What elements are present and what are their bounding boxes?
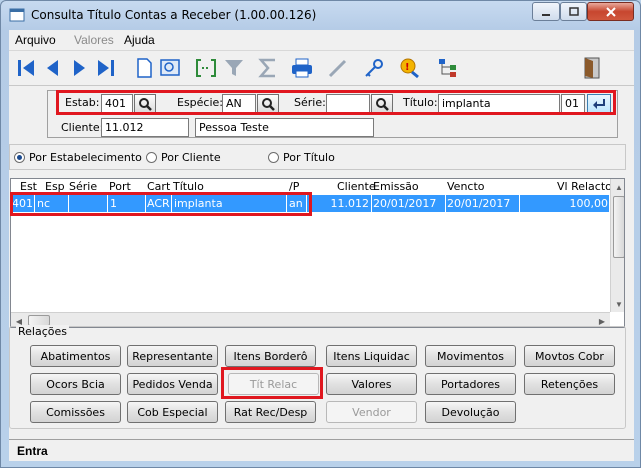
vendor-button[interactable]: Vendor bbox=[326, 401, 417, 423]
cliente-label: Cliente: bbox=[61, 121, 104, 134]
movimentos-button[interactable]: Movimentos bbox=[425, 345, 516, 367]
radio-dot bbox=[268, 152, 279, 163]
window-title: Consulta Título Contas a Receber (1.00.0… bbox=[31, 8, 317, 22]
rat-rec-desp-button[interactable]: Rat Rec/Desp bbox=[225, 401, 316, 423]
menu-valores[interactable]: Valores bbox=[74, 33, 114, 47]
goto-icon bbox=[196, 59, 216, 77]
radio-label: Por Título bbox=[283, 151, 335, 164]
relacoes-title: Relações bbox=[16, 325, 69, 338]
tree-icon bbox=[439, 59, 456, 77]
sort-options-panel: Por Estabelecimento Por Cliente Por Títu… bbox=[9, 144, 626, 170]
new-doc-icon bbox=[137, 58, 152, 78]
col-cliente[interactable]: Cliente bbox=[337, 180, 376, 193]
cell-vl-relacto: 100,00 bbox=[569, 197, 609, 210]
highlight-box-tit-relac bbox=[221, 367, 323, 399]
radio-por-cliente[interactable]: Por Cliente bbox=[146, 151, 221, 164]
goto-button[interactable] bbox=[193, 55, 219, 81]
cell-cliente: 11.012 bbox=[307, 195, 372, 212]
portadores-button[interactable]: Portadores bbox=[425, 373, 516, 395]
print-button[interactable] bbox=[289, 55, 315, 81]
radio-label: Por Estabelecimento bbox=[29, 151, 142, 164]
col-vencto[interactable]: Vencto bbox=[447, 180, 485, 193]
sum-button[interactable] bbox=[255, 55, 281, 81]
client-area: Arquivo Valores Ajuda ! Estab: 401 Espéc… bbox=[9, 30, 634, 461]
new-doc-button[interactable] bbox=[131, 55, 157, 81]
app-icon bbox=[9, 8, 25, 22]
close-icon bbox=[605, 6, 616, 17]
col-emissao[interactable]: Emissão bbox=[373, 180, 419, 193]
first-record-button[interactable] bbox=[13, 55, 39, 81]
scroll-up-icon[interactable]: ▲ bbox=[611, 179, 624, 195]
cliente-name-field: Pessoa Teste bbox=[195, 118, 374, 137]
tree-button[interactable] bbox=[435, 55, 461, 81]
vertical-scrollbar[interactable]: ▲ ▼ bbox=[610, 179, 624, 312]
exit-button[interactable] bbox=[579, 55, 605, 81]
next-icon bbox=[74, 60, 85, 76]
highlight-box-search bbox=[56, 90, 616, 115]
preview-icon bbox=[160, 59, 180, 76]
cell-vencto: 20/01/2017 bbox=[446, 195, 520, 212]
scroll-down-icon[interactable]: ▼ bbox=[611, 296, 624, 312]
next-record-button[interactable] bbox=[67, 55, 93, 81]
cob-especial-button[interactable]: Cob Especial bbox=[127, 401, 218, 423]
itens-bordero-button[interactable]: Itens Borderô bbox=[225, 345, 316, 367]
key-button[interactable] bbox=[361, 55, 387, 81]
first-icon bbox=[18, 60, 34, 76]
menu-bar: Arquivo Valores Ajuda bbox=[9, 30, 634, 50]
last-record-button[interactable] bbox=[93, 55, 119, 81]
edit-button[interactable] bbox=[325, 55, 351, 81]
menu-arquivo[interactable]: Arquivo bbox=[15, 33, 56, 47]
sum-icon bbox=[258, 58, 275, 78]
minimize-icon bbox=[542, 13, 550, 16]
toolbar: ! bbox=[9, 50, 634, 86]
pencil-icon bbox=[328, 59, 347, 78]
col-vl-relacto[interactable]: Vl Relacto bbox=[557, 180, 612, 193]
retencoes-button[interactable]: Retenções bbox=[524, 373, 615, 395]
cliente-code-field[interactable]: 11.012 bbox=[101, 118, 189, 137]
maximize-icon bbox=[568, 6, 579, 16]
radio-label: Por Cliente bbox=[161, 151, 221, 164]
pedidos-venda-button[interactable]: Pedidos Venda bbox=[127, 373, 218, 395]
representante-button[interactable]: Representante bbox=[127, 345, 218, 367]
radio-dot bbox=[146, 152, 157, 163]
status-text: Entra bbox=[17, 444, 48, 458]
print-icon bbox=[292, 58, 312, 78]
preview-button[interactable] bbox=[157, 55, 183, 81]
search-alert-button[interactable]: ! bbox=[397, 55, 423, 81]
movtos-cobr-button[interactable]: Movtos Cobr bbox=[524, 345, 615, 367]
key-icon bbox=[365, 59, 383, 77]
ocors-bcia-button[interactable]: Ocors Bcia bbox=[30, 373, 121, 395]
abatimentos-button[interactable]: Abatimentos bbox=[30, 345, 121, 367]
status-bar: Entra bbox=[9, 439, 634, 461]
close-button[interactable] bbox=[587, 2, 634, 21]
filter-button[interactable] bbox=[221, 55, 247, 81]
previous-record-button[interactable] bbox=[39, 55, 65, 81]
highlight-box-row bbox=[10, 192, 312, 216]
menu-ajuda[interactable]: Ajuda bbox=[124, 33, 155, 47]
radio-dot bbox=[14, 152, 25, 163]
svg-text:!: ! bbox=[405, 62, 410, 73]
comissoes-button[interactable]: Comissões bbox=[30, 401, 121, 423]
title-bar[interactable]: Consulta Título Contas a Receber (1.00.0… bbox=[1, 1, 640, 29]
minimize-button[interactable] bbox=[532, 2, 560, 21]
main-window: Consulta Título Contas a Receber (1.00.0… bbox=[0, 0, 641, 468]
valores-button[interactable]: Valores bbox=[326, 373, 417, 395]
maximize-button[interactable] bbox=[560, 2, 587, 21]
search-alert-icon: ! bbox=[400, 58, 419, 79]
radio-por-titulo[interactable]: Por Título bbox=[268, 151, 335, 164]
exit-door-icon bbox=[584, 57, 600, 79]
radio-por-estabelecimento[interactable]: Por Estabelecimento bbox=[14, 151, 142, 164]
devolucao-button[interactable]: Devolução bbox=[425, 401, 516, 423]
itens-liquidac-button[interactable]: Itens Liquidac bbox=[326, 345, 417, 367]
vertical-scroll-thumb[interactable] bbox=[613, 196, 624, 258]
previous-icon bbox=[47, 60, 58, 76]
filter-icon bbox=[225, 60, 243, 76]
cell-emissao: 20/01/2017 bbox=[372, 195, 446, 212]
last-icon bbox=[98, 60, 114, 76]
